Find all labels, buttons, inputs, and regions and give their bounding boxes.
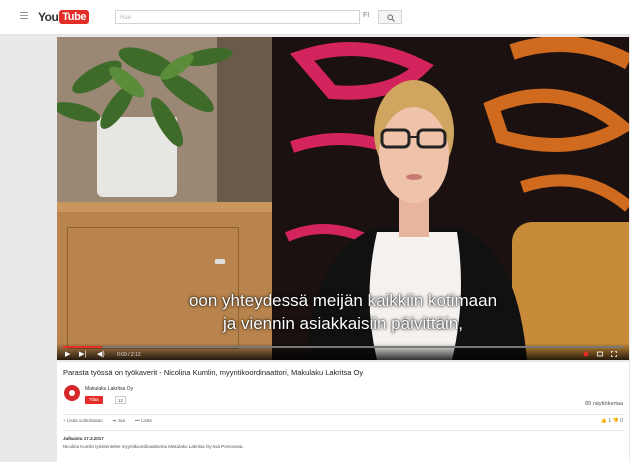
- progress-bar[interactable]: [63, 346, 623, 348]
- video-description: Nicolina Kumlin työskentelee myyntikoord…: [63, 444, 244, 449]
- video-info-panel: Parasta työssä on työkaverit - Nicolina …: [57, 362, 629, 462]
- add-to-playlist-button[interactable]: + Lisää soittolistaan: [63, 418, 103, 424]
- logo-tube-text: Tube: [59, 9, 90, 24]
- dislike-count: 0: [620, 418, 623, 424]
- dislike-icon[interactable]: 👎: [613, 418, 619, 424]
- action-row: + Lisää soittolistaan ➦ Jaa ••• Lisää: [63, 418, 152, 424]
- divider: [63, 414, 623, 415]
- share-button[interactable]: ➦ Jaa: [113, 418, 125, 424]
- fullscreen-icon[interactable]: [611, 351, 617, 357]
- view-count: 89 näyttökertaa: [585, 401, 623, 407]
- like-count: 1: [608, 418, 612, 424]
- like-icon[interactable]: 👍: [601, 418, 607, 424]
- divider: [63, 430, 623, 431]
- video-player[interactable]: oon yhteydessä meijän kaikkiin kotimaan …: [57, 37, 629, 360]
- progress-fill: [63, 346, 103, 348]
- menu-icon[interactable]: [20, 12, 28, 20]
- share-label: Jaa: [117, 418, 125, 423]
- add-to-playlist-label: Lisää soittolistaan: [66, 418, 103, 423]
- keyboard-icon[interactable]: FI: [363, 12, 369, 19]
- channel-avatar[interactable]: [64, 385, 80, 401]
- more-label: Lisää: [140, 418, 152, 423]
- theater-mode-icon[interactable]: [597, 351, 603, 357]
- subtitle-line-2: ja viennin asiakkaisiin päivittäin,: [222, 314, 464, 333]
- youtube-logo[interactable]: You Tube: [38, 8, 90, 25]
- search-icon: [387, 14, 395, 22]
- video-title: Parasta työssä on työkaverit - Nicolina …: [63, 368, 364, 377]
- channel-name[interactable]: Makulaku Lakritsa Oy: [85, 386, 133, 392]
- play-icon[interactable]: ▶: [65, 351, 70, 358]
- subscribe-button[interactable]: Tilaa: [85, 396, 103, 404]
- top-bar: You Tube Hae FI: [0, 0, 630, 35]
- subscriber-count: 12: [115, 396, 127, 404]
- like-dislike[interactable]: 👍 1 👎 0: [601, 418, 623, 424]
- more-button[interactable]: ••• Lisää: [135, 418, 152, 424]
- video-controls: ▶ ▶| ◀) 0:09 / 2:12: [57, 343, 629, 360]
- volume-icon[interactable]: ◀): [97, 351, 105, 358]
- search-button[interactable]: [378, 10, 402, 24]
- video-person: [307, 80, 527, 360]
- time-display: 0:09 / 2:12: [117, 352, 141, 358]
- hd-settings-icon[interactable]: [583, 351, 589, 357]
- published-date: Julkaistu 17.3.2017: [63, 436, 104, 441]
- subtitle-line-1: oon yhteydessä meijän kaikkiin kotimaan: [188, 291, 498, 310]
- search-input[interactable]: Hae: [115, 10, 360, 24]
- next-icon[interactable]: ▶|: [79, 351, 86, 358]
- logo-you-text: You: [38, 9, 59, 24]
